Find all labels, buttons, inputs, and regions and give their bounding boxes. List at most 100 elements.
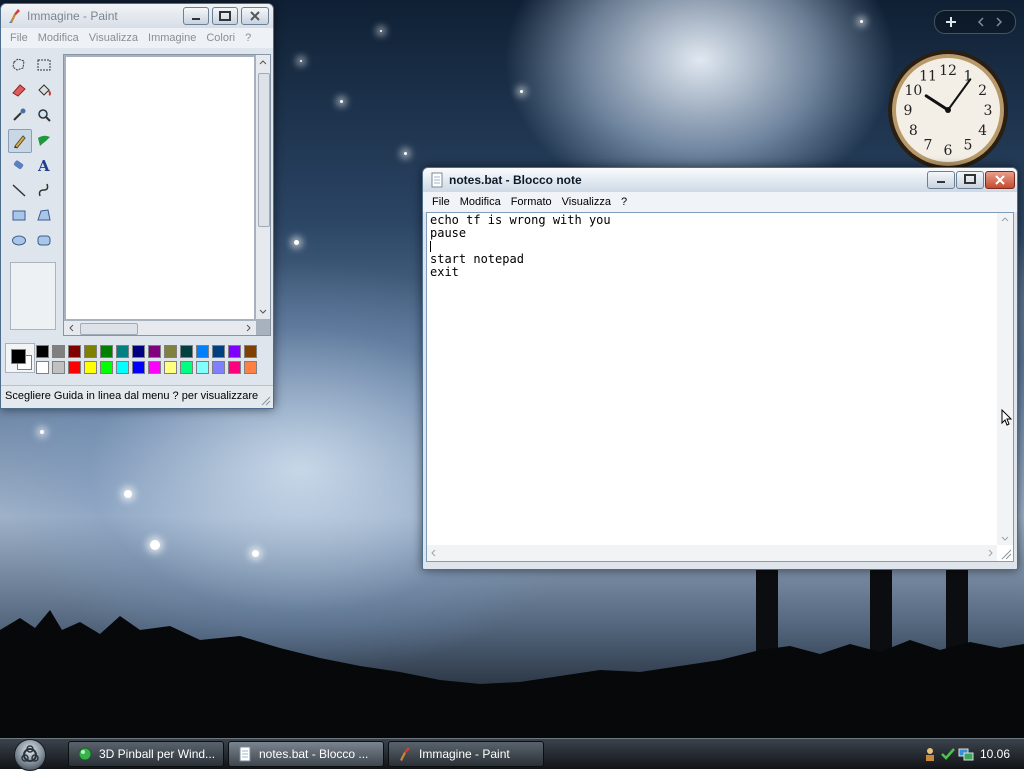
palette-swatch[interactable] bbox=[180, 361, 193, 374]
horizontal-scroll-thumb[interactable] bbox=[80, 323, 138, 335]
clock-gadget[interactable]: 12 1234567891011 bbox=[886, 48, 1010, 172]
resize-grip-icon[interactable] bbox=[259, 394, 271, 406]
tray-icon-network[interactable] bbox=[958, 746, 974, 762]
scroll-left-icon[interactable] bbox=[427, 545, 441, 561]
menu-help[interactable]: ? bbox=[616, 196, 632, 208]
palette-swatch[interactable] bbox=[228, 361, 241, 374]
menu-visualizza[interactable]: Visualizza bbox=[84, 32, 143, 44]
palette-swatch[interactable] bbox=[36, 345, 49, 358]
curve-icon bbox=[38, 183, 49, 197]
eyedropper-tool[interactable] bbox=[8, 104, 30, 126]
palette-swatch[interactable] bbox=[212, 345, 225, 358]
menu-immagine[interactable]: Immagine bbox=[143, 32, 201, 44]
ellipse-tool[interactable] bbox=[8, 229, 30, 251]
palette-swatch[interactable] bbox=[68, 361, 81, 374]
menu-modifica[interactable]: Modifica bbox=[33, 32, 84, 44]
scroll-up-icon[interactable] bbox=[997, 213, 1013, 227]
airbrush-tool[interactable] bbox=[8, 154, 30, 176]
palette-swatch[interactable] bbox=[84, 361, 97, 374]
minimize-button[interactable] bbox=[927, 171, 955, 189]
scroll-up-icon[interactable] bbox=[256, 55, 270, 69]
palette-swatch[interactable] bbox=[132, 345, 145, 358]
pencil-tool[interactable] bbox=[8, 129, 32, 153]
palette-swatch[interactable] bbox=[100, 345, 113, 358]
foreground-color-swatch[interactable] bbox=[11, 349, 26, 364]
paint-window[interactable]: Immagine - Paint File Modifica Visualizz… bbox=[0, 3, 274, 409]
palette-swatch[interactable] bbox=[68, 345, 81, 358]
palette-swatch[interactable] bbox=[148, 345, 161, 358]
palette-swatch[interactable] bbox=[180, 345, 193, 358]
scroll-down-icon[interactable] bbox=[997, 531, 1013, 545]
palette-swatch[interactable] bbox=[100, 361, 113, 374]
polygon-tool[interactable] bbox=[33, 204, 55, 226]
palette-swatch[interactable] bbox=[196, 361, 209, 374]
add-gadget-icon[interactable] bbox=[943, 14, 959, 30]
palette-swatch[interactable] bbox=[52, 345, 65, 358]
palette-swatch[interactable] bbox=[148, 361, 161, 374]
editor-vertical-scrollbar[interactable] bbox=[997, 213, 1013, 545]
menu-formato[interactable]: Formato bbox=[506, 196, 557, 208]
free-select-tool[interactable] bbox=[8, 54, 30, 76]
scroll-down-icon[interactable] bbox=[256, 305, 270, 319]
text-tool[interactable]: A bbox=[33, 154, 55, 176]
taskbar-button-notepad[interactable]: notes.bat - Blocco ... bbox=[228, 741, 384, 767]
menu-help[interactable]: ? bbox=[240, 32, 256, 44]
canvas-horizontal-scrollbar[interactable] bbox=[64, 321, 256, 335]
close-button[interactable] bbox=[241, 7, 269, 25]
menu-file[interactable]: File bbox=[5, 32, 33, 44]
menu-modifica[interactable]: Modifica bbox=[455, 196, 506, 208]
palette-swatch[interactable] bbox=[116, 361, 129, 374]
taskbar-clock[interactable]: 10.06 bbox=[980, 747, 1010, 761]
palette-swatch[interactable] bbox=[84, 345, 97, 358]
palette-swatch[interactable] bbox=[36, 361, 49, 374]
previous-icon[interactable] bbox=[975, 16, 987, 28]
current-colors[interactable] bbox=[5, 343, 35, 373]
magnifier-tool[interactable] bbox=[33, 104, 55, 126]
scroll-right-icon[interactable] bbox=[983, 545, 997, 561]
paint-titlebar[interactable]: Immagine - Paint bbox=[1, 4, 273, 28]
palette-swatch[interactable] bbox=[196, 345, 209, 358]
palette-swatch[interactable] bbox=[164, 361, 177, 374]
line-tool[interactable] bbox=[8, 179, 30, 201]
start-button[interactable] bbox=[14, 739, 46, 771]
scroll-right-icon[interactable] bbox=[242, 321, 256, 335]
palette-swatch[interactable] bbox=[52, 361, 65, 374]
notepad-editor[interactable]: echo tf is wrong with you pause start no… bbox=[426, 212, 1014, 562]
tray-icon-users[interactable] bbox=[922, 746, 938, 762]
next-icon[interactable] bbox=[993, 16, 1005, 28]
tray-icon-check[interactable] bbox=[940, 746, 956, 762]
palette-swatch[interactable] bbox=[164, 345, 177, 358]
vertical-scroll-thumb[interactable] bbox=[258, 73, 270, 227]
menu-visualizza[interactable]: Visualizza bbox=[557, 196, 616, 208]
tool-options-box[interactable] bbox=[10, 262, 56, 330]
taskbar-button-pinball[interactable]: 3D Pinball per Wind... bbox=[68, 741, 224, 767]
notepad-window[interactable]: notes.bat - Blocco note File Modifica Fo… bbox=[422, 167, 1018, 570]
palette-swatch[interactable] bbox=[212, 361, 225, 374]
menu-file[interactable]: File bbox=[427, 196, 455, 208]
editor-horizontal-scrollbar[interactable] bbox=[427, 545, 997, 561]
scroll-left-icon[interactable] bbox=[64, 321, 78, 335]
fill-tool[interactable] bbox=[33, 79, 55, 101]
eraser-tool[interactable] bbox=[8, 79, 30, 101]
close-button[interactable] bbox=[985, 171, 1015, 189]
rectangle-tool[interactable] bbox=[8, 204, 30, 226]
maximize-button[interactable] bbox=[956, 171, 984, 189]
notepad-titlebar[interactable]: notes.bat - Blocco note bbox=[423, 168, 1017, 192]
palette-swatch[interactable] bbox=[244, 345, 257, 358]
brush-tool[interactable] bbox=[33, 129, 55, 151]
taskbar-button-paint[interactable]: Immagine - Paint bbox=[388, 741, 544, 767]
drawing-canvas[interactable] bbox=[66, 57, 254, 319]
rounded-rect-tool[interactable] bbox=[33, 229, 55, 251]
minimize-button[interactable] bbox=[183, 7, 209, 25]
palette-swatch[interactable] bbox=[244, 361, 257, 374]
palette-swatch[interactable] bbox=[116, 345, 129, 358]
rect-select-tool[interactable] bbox=[33, 54, 55, 76]
editor-content[interactable]: echo tf is wrong with you pause start no… bbox=[430, 214, 611, 279]
curve-tool[interactable] bbox=[33, 179, 55, 201]
resize-grip-icon[interactable] bbox=[998, 546, 1012, 560]
palette-swatch[interactable] bbox=[228, 345, 241, 358]
menu-colori[interactable]: Colori bbox=[201, 32, 240, 44]
canvas-vertical-scrollbar[interactable] bbox=[256, 55, 270, 319]
palette-swatch[interactable] bbox=[132, 361, 145, 374]
maximize-button[interactable] bbox=[212, 7, 238, 25]
